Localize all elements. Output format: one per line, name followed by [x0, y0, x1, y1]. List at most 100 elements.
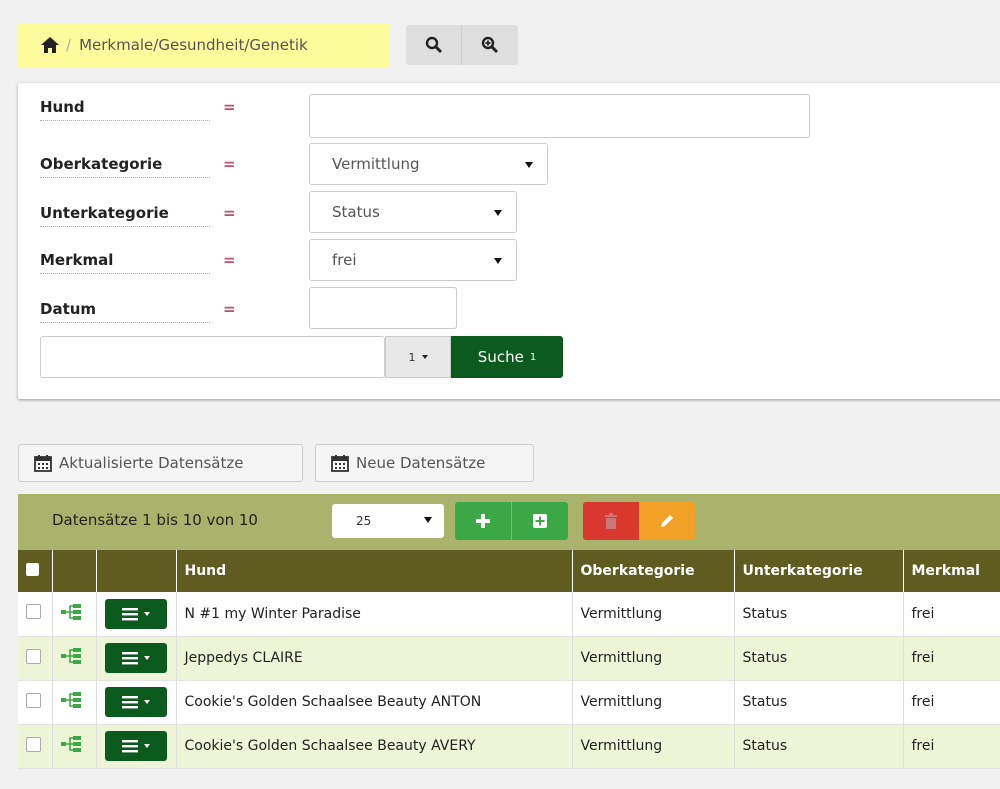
zoom-in-icon	[481, 36, 499, 54]
row-checkbox-cell	[18, 724, 53, 769]
merkmal-value: frei	[332, 251, 357, 269]
tree-cell	[52, 724, 97, 769]
per-page-select[interactable]: 25	[332, 504, 444, 538]
cell-hund: N #1 my Winter Paradise	[176, 592, 573, 637]
updated-records-button[interactable]: Aktualisierte Datensätze	[18, 444, 303, 482]
select-all-checkbox[interactable]	[26, 562, 39, 576]
oberkategorie-value: Vermittlung	[332, 155, 420, 173]
tree-cell	[52, 592, 97, 637]
header-empty	[96, 550, 177, 592]
unterkategorie-select[interactable]: Status	[309, 191, 517, 233]
list-menu-icon	[121, 607, 138, 621]
suche-button-badge: 1	[529, 351, 537, 363]
calendar-icon	[34, 455, 52, 472]
row-menu-cell	[96, 680, 177, 725]
filter-label-hund: Hund	[40, 98, 210, 121]
breadcrumb-path[interactable]: Merkmale/Gesundheit/Genetik	[79, 36, 308, 54]
breadcrumb-separator: /	[66, 36, 72, 54]
row-checkbox-cell	[18, 592, 53, 637]
table-row: Cookie's Golden Schaalsee Beauty AVERY V…	[18, 724, 1000, 769]
suche-button[interactable]: Suche 1	[451, 336, 563, 378]
suche-button-label: Suche	[477, 348, 524, 366]
cell-hund: Cookie's Golden Schaalsee Beauty AVERY	[176, 724, 573, 769]
row-menu-cell	[96, 592, 177, 637]
filter-operator: =	[223, 204, 236, 222]
table-toolbar: Datensätze 1 bis 10 von 10 25	[18, 494, 1000, 550]
cell-merkmal: frei	[903, 724, 1000, 769]
row-checkbox[interactable]	[26, 692, 41, 708]
search-text-input[interactable]	[40, 336, 385, 378]
filter-operator: =	[223, 300, 236, 318]
new-records-label: Neue Datensätze	[356, 454, 486, 472]
row-menu-button[interactable]	[104, 643, 167, 673]
filter-operator: =	[223, 98, 236, 116]
search-toggle-group	[406, 25, 518, 65]
row-menu-button[interactable]	[104, 731, 167, 761]
unterkategorie-value: Status	[332, 203, 380, 221]
column-header-merkmal[interactable]: Merkmal	[903, 550, 1000, 592]
table-row: Jeppedys CLAIRE Vermittlung Status frei	[18, 636, 1000, 681]
filter-label-merkmal: Merkmal	[40, 251, 210, 274]
search-button[interactable]	[406, 25, 462, 65]
data-table: Hund Oberkategorie Unterkategorie Merkma…	[18, 550, 1000, 769]
sitemap-icon[interactable]	[60, 603, 81, 620]
chevron-down-icon	[494, 210, 502, 216]
sitemap-icon[interactable]	[60, 648, 81, 664]
records-info: Datensätze 1 bis 10 von 10	[52, 511, 258, 529]
row-checkbox[interactable]	[26, 736, 41, 752]
row-checkbox-cell	[18, 680, 53, 725]
row-checkbox[interactable]	[26, 604, 41, 620]
row-checkbox[interactable]	[26, 648, 41, 664]
home-icon[interactable]	[40, 36, 60, 54]
row-menu-button[interactable]	[104, 598, 167, 629]
caret-down-icon	[143, 656, 150, 660]
edit-button[interactable]	[639, 502, 695, 540]
cell-hund: Jeppedys CLAIRE	[176, 636, 573, 681]
row-checkbox-cell	[18, 636, 53, 681]
filter-label-unterkategorie: Unterkategorie	[40, 204, 210, 227]
list-menu-icon	[121, 740, 138, 753]
per-page-value: 25	[356, 514, 372, 528]
cell-hund: Cookie's Golden Schaalsee Beauty ANTON	[176, 680, 573, 725]
advanced-search-button[interactable]	[462, 25, 518, 65]
oberkategorie-select[interactable]: Vermittlung	[309, 143, 548, 185]
merkmal-select[interactable]: frei	[309, 239, 517, 281]
filter-operator: =	[223, 251, 236, 269]
caret-down-icon	[143, 611, 150, 616]
cell-unterkategorie: Status	[734, 724, 904, 769]
filter-label-datum: Datum	[40, 300, 210, 323]
add-multiple-button[interactable]	[511, 502, 568, 540]
breadcrumb: / Merkmale/Gesundheit/Genetik	[18, 23, 390, 67]
pencil-icon	[661, 515, 673, 527]
column-header-unterkategorie[interactable]: Unterkategorie	[734, 550, 904, 592]
datum-input[interactable]	[309, 287, 457, 329]
cell-merkmal: frei	[903, 592, 1000, 637]
select-all-cell	[18, 550, 53, 592]
tree-cell	[52, 636, 97, 681]
tree-cell	[52, 680, 97, 725]
add-button[interactable]	[455, 502, 511, 540]
calendar-icon	[331, 455, 349, 472]
list-menu-icon	[121, 652, 138, 665]
new-records-button[interactable]: Neue Datensätze	[315, 444, 534, 482]
updated-records-label: Aktualisierte Datensätze	[59, 454, 244, 472]
list-menu-icon	[121, 696, 138, 709]
plus-icon	[476, 514, 490, 528]
hund-input[interactable]	[309, 94, 810, 138]
sitemap-icon[interactable]	[60, 692, 81, 708]
table-row: Cookie's Golden Schaalsee Beauty ANTON V…	[18, 680, 1000, 725]
cell-oberkategorie: Vermittlung	[572, 680, 735, 725]
search-page-dropdown[interactable]: 1	[385, 336, 451, 378]
sitemap-icon[interactable]	[60, 736, 81, 752]
table-row: N #1 my Winter Paradise Vermittlung Stat…	[18, 592, 1000, 637]
cell-merkmal: frei	[903, 636, 1000, 681]
row-menu-button[interactable]	[104, 687, 167, 717]
cell-unterkategorie: Status	[734, 680, 904, 725]
delete-button[interactable]	[583, 502, 639, 540]
filter-operator: =	[223, 155, 236, 173]
row-menu-cell	[96, 636, 177, 681]
column-header-oberkategorie[interactable]: Oberkategorie	[572, 550, 735, 592]
plus-square-icon	[533, 514, 547, 528]
cell-unterkategorie: Status	[734, 636, 904, 681]
column-header-hund[interactable]: Hund	[176, 550, 573, 592]
